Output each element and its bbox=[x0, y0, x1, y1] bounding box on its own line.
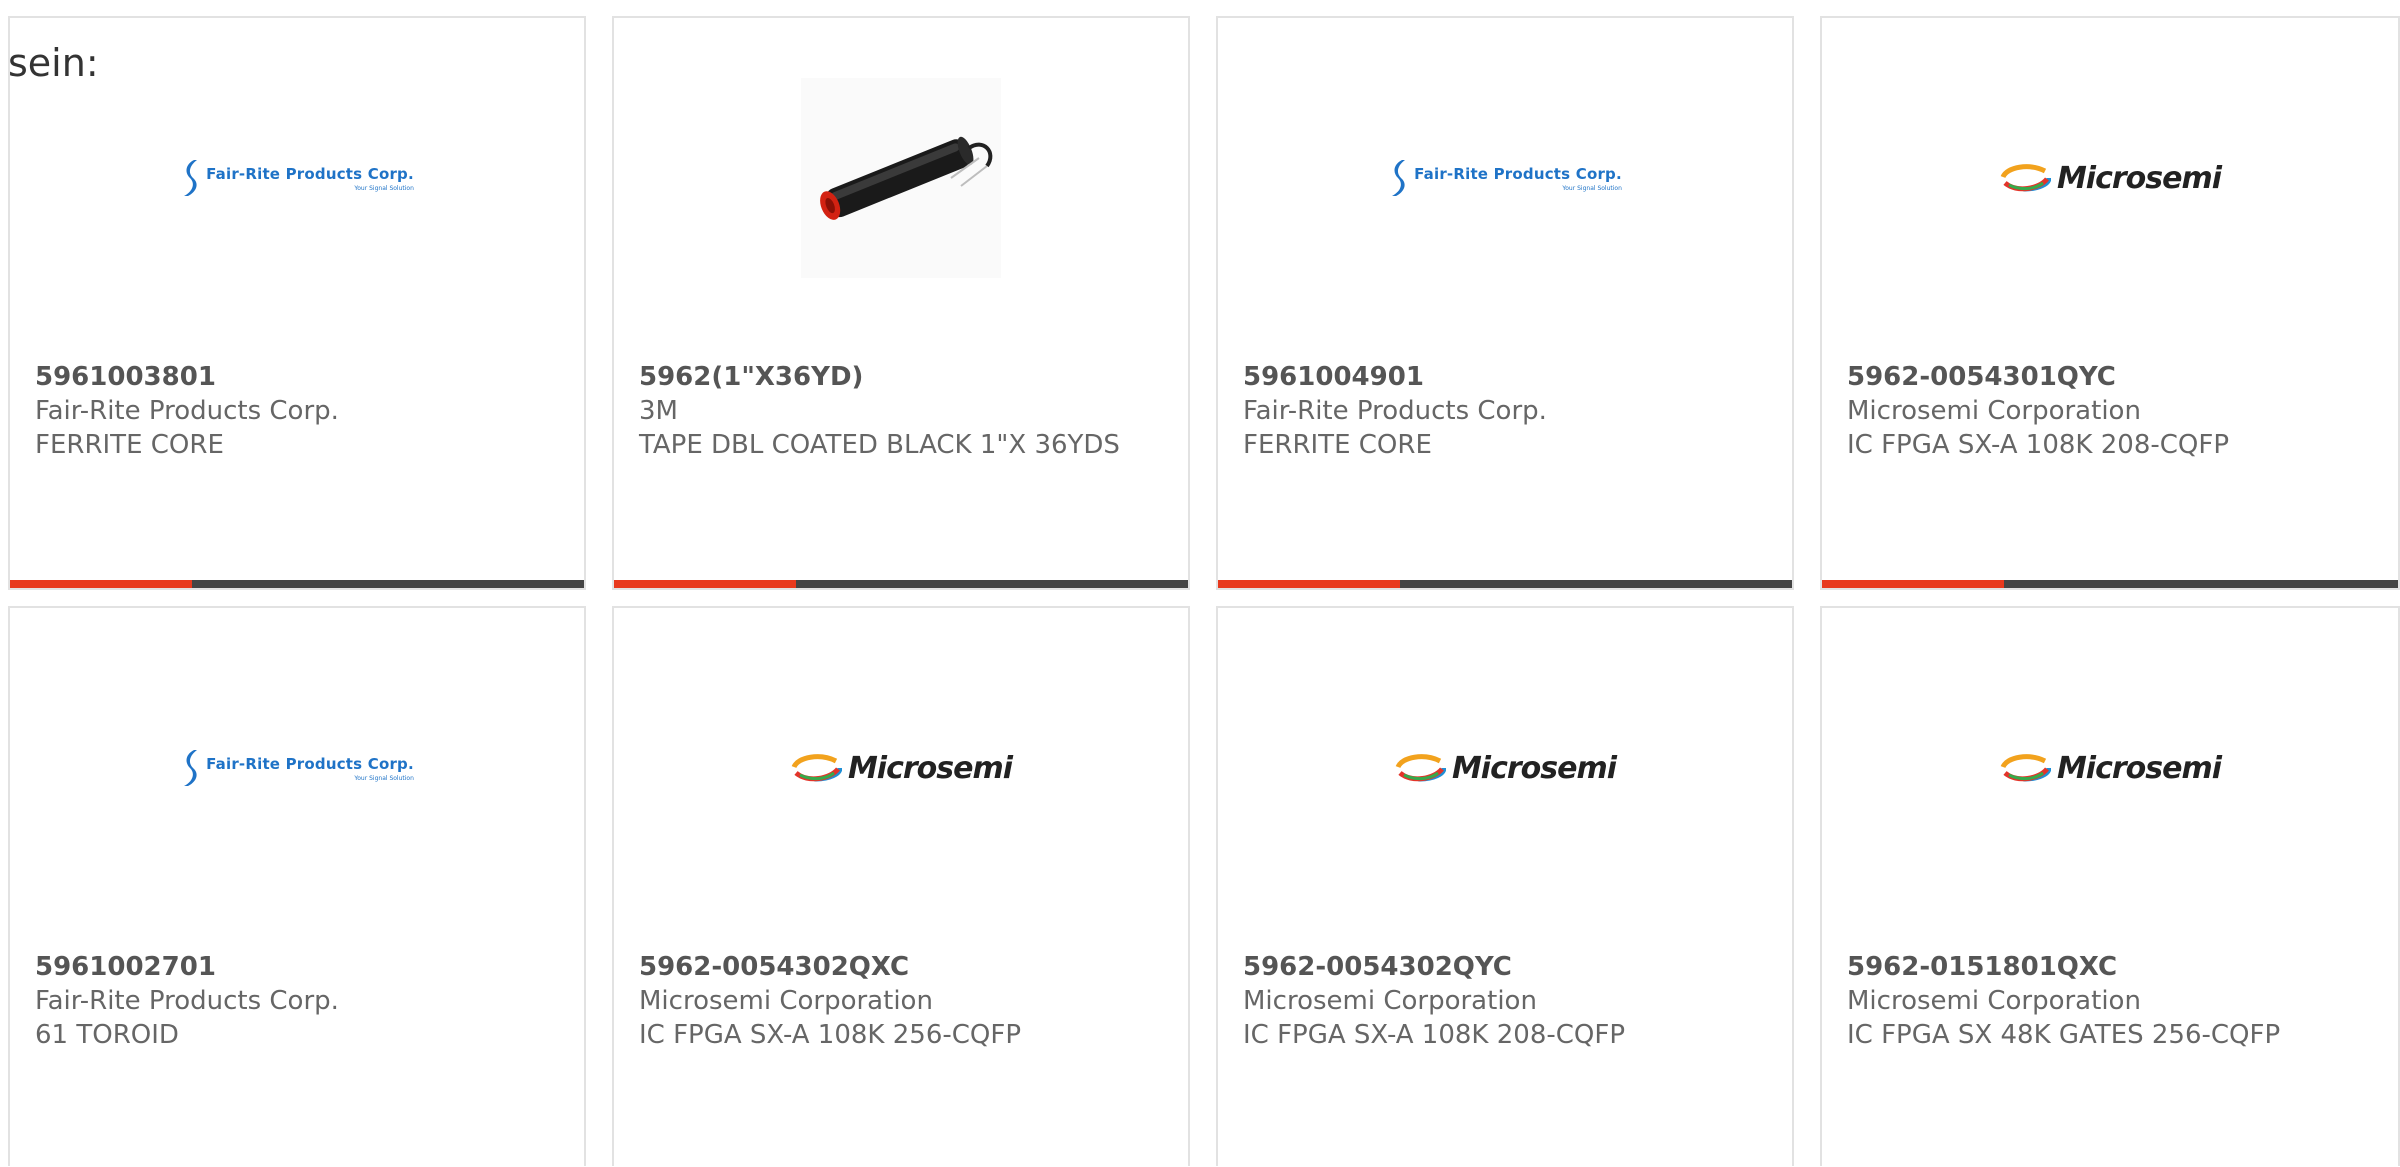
product-info: 5961003801 Fair-Rite Products Corp. FERR… bbox=[35, 360, 559, 462]
manufacturer: Fair-Rite Products Corp. bbox=[1243, 396, 1547, 426]
product-card[interactable]: 5962(1"X36YD) 3M TAPE DBL COATED BLACK 1… bbox=[612, 16, 1190, 590]
card-accent-bar bbox=[614, 580, 796, 588]
product-grid-page: sein: Fair-Rite Products Corp. Your Sign… bbox=[0, 0, 2400, 1167]
fair-rite-logo-name: Fair-Rite Products Corp. bbox=[206, 754, 414, 773]
manufacturer: Microsemi Corporation bbox=[1243, 986, 1537, 1016]
product-image[interactable]: Fair-Rite Products Corp. Your Signal Sol… bbox=[10, 78, 584, 278]
product-info: 5962-0054302QXC Microsemi Corporation IC… bbox=[639, 950, 1163, 1052]
microsemi-logo: Microsemi bbox=[1998, 160, 2222, 196]
product-card[interactable]: Fair-Rite Products Corp. Your Signal Sol… bbox=[8, 16, 586, 590]
product-image[interactable]: Microsemi bbox=[1218, 668, 1792, 868]
product-image[interactable]: Fair-Rite Products Corp. Your Signal Sol… bbox=[10, 668, 584, 868]
manufacturer: Microsemi Corporation bbox=[639, 986, 933, 1016]
description: IC FPGA SX-A 108K 208-CQFP bbox=[1847, 430, 2230, 460]
card-accent-bar bbox=[1822, 580, 2004, 588]
description: IC FPGA SX-A 108K 256-CQFP bbox=[639, 1020, 1022, 1050]
description: 61 TOROID bbox=[35, 1020, 179, 1050]
microsemi-swirl-icon bbox=[1998, 754, 2051, 782]
product-image[interactable]: Microsemi bbox=[1822, 78, 2398, 278]
microsemi-logo: Microsemi bbox=[1998, 750, 2222, 786]
microsemi-logo: Microsemi bbox=[789, 750, 1013, 786]
microsemi-logo-name: Microsemi bbox=[847, 750, 1013, 786]
card-footer-bar bbox=[1218, 580, 1792, 588]
fair-rite-mark-icon bbox=[184, 160, 198, 196]
fair-rite-logo-tagline: Your Signal Solution bbox=[354, 184, 414, 192]
card-footer-bar bbox=[1822, 580, 2398, 588]
product-card[interactable]: Fair-Rite Products Corp. Your Signal Sol… bbox=[1216, 16, 1794, 590]
fair-rite-logo-name: Fair-Rite Products Corp. bbox=[206, 164, 414, 183]
product-card[interactable]: Microsemi 5962-0054301QYC Microsemi Corp… bbox=[1820, 16, 2400, 590]
part-number[interactable]: 5961004901 bbox=[1243, 360, 1767, 394]
description: FERRITE CORE bbox=[1243, 430, 1432, 460]
fair-rite-mark-icon bbox=[1392, 160, 1406, 196]
microsemi-swirl-icon bbox=[1393, 754, 1446, 782]
description: TAPE DBL COATED BLACK 1"X 36YDS bbox=[639, 430, 1120, 460]
part-number[interactable]: 5962-0054302QYC bbox=[1243, 950, 1767, 984]
fair-rite-mark-icon bbox=[184, 750, 198, 786]
card-accent-bar bbox=[10, 580, 192, 588]
manufacturer: Fair-Rite Products Corp. bbox=[35, 986, 339, 1016]
product-image[interactable]: Microsemi bbox=[614, 668, 1188, 868]
manufacturer: Microsemi Corporation bbox=[1847, 986, 2141, 1016]
microsemi-logo-name: Microsemi bbox=[1451, 750, 1617, 786]
product-info: 5961004901 Fair-Rite Products Corp. FERR… bbox=[1243, 360, 1767, 462]
description: IC FPGA SX-A 108K 208-CQFP bbox=[1243, 1020, 1626, 1050]
product-image[interactable]: Fair-Rite Products Corp. Your Signal Sol… bbox=[1218, 78, 1792, 278]
microsemi-logo-name: Microsemi bbox=[2056, 750, 2222, 786]
manufacturer: Fair-Rite Products Corp. bbox=[35, 396, 339, 426]
fair-rite-logo: Fair-Rite Products Corp. Your Signal Sol… bbox=[1388, 158, 1622, 198]
card-footer-bar bbox=[10, 580, 584, 588]
fair-rite-logo: Fair-Rite Products Corp. Your Signal Sol… bbox=[180, 748, 414, 788]
manufacturer: 3M bbox=[639, 396, 678, 426]
product-card[interactable]: Microsemi 5962-0151801QXC Microsemi Corp… bbox=[1820, 606, 2400, 1166]
product-info: 5962(1"X36YD) 3M TAPE DBL COATED BLACK 1… bbox=[639, 360, 1163, 462]
microsemi-logo-name: Microsemi bbox=[2056, 160, 2222, 196]
intro-text: sein: bbox=[8, 41, 99, 85]
tape-product-photo bbox=[801, 78, 1001, 278]
product-info: 5962-0054301QYC Microsemi Corporation IC… bbox=[1847, 360, 2373, 462]
product-card[interactable]: Fair-Rite Products Corp. Your Signal Sol… bbox=[8, 606, 586, 1166]
card-footer-bar bbox=[614, 580, 1188, 588]
product-info: 5961002701 Fair-Rite Products Corp. 61 T… bbox=[35, 950, 559, 1052]
microsemi-logo: Microsemi bbox=[1393, 750, 1617, 786]
manufacturer: Microsemi Corporation bbox=[1847, 396, 2141, 426]
description: IC FPGA SX 48K GATES 256-CQFP bbox=[1847, 1020, 2281, 1050]
product-info: 5962-0054302QYC Microsemi Corporation IC… bbox=[1243, 950, 1767, 1052]
card-accent-bar bbox=[1218, 580, 1400, 588]
description: FERRITE CORE bbox=[35, 430, 224, 460]
product-info: 5962-0151801QXC Microsemi Corporation IC… bbox=[1847, 950, 2373, 1052]
fair-rite-logo-tagline: Your Signal Solution bbox=[1562, 184, 1622, 192]
product-image[interactable]: Microsemi bbox=[1822, 668, 2398, 868]
fair-rite-logo-tagline: Your Signal Solution bbox=[354, 774, 414, 782]
part-number[interactable]: 5962(1"X36YD) bbox=[639, 360, 1163, 394]
part-number[interactable]: 5962-0054301QYC bbox=[1847, 360, 2373, 394]
part-number[interactable]: 5961002701 bbox=[35, 950, 559, 984]
product-card[interactable]: Microsemi 5962-0054302QYC Microsemi Corp… bbox=[1216, 606, 1794, 1166]
microsemi-swirl-icon bbox=[789, 754, 842, 782]
product-image[interactable] bbox=[614, 78, 1188, 278]
microsemi-swirl-icon bbox=[1998, 164, 2051, 192]
part-number[interactable]: 5961003801 bbox=[35, 360, 559, 394]
fair-rite-logo-name: Fair-Rite Products Corp. bbox=[1414, 164, 1622, 183]
part-number[interactable]: 5962-0151801QXC bbox=[1847, 950, 2373, 984]
part-number[interactable]: 5962-0054302QXC bbox=[639, 950, 1163, 984]
product-card[interactable]: Microsemi 5962-0054302QXC Microsemi Corp… bbox=[612, 606, 1190, 1166]
fair-rite-logo: Fair-Rite Products Corp. Your Signal Sol… bbox=[180, 158, 414, 198]
